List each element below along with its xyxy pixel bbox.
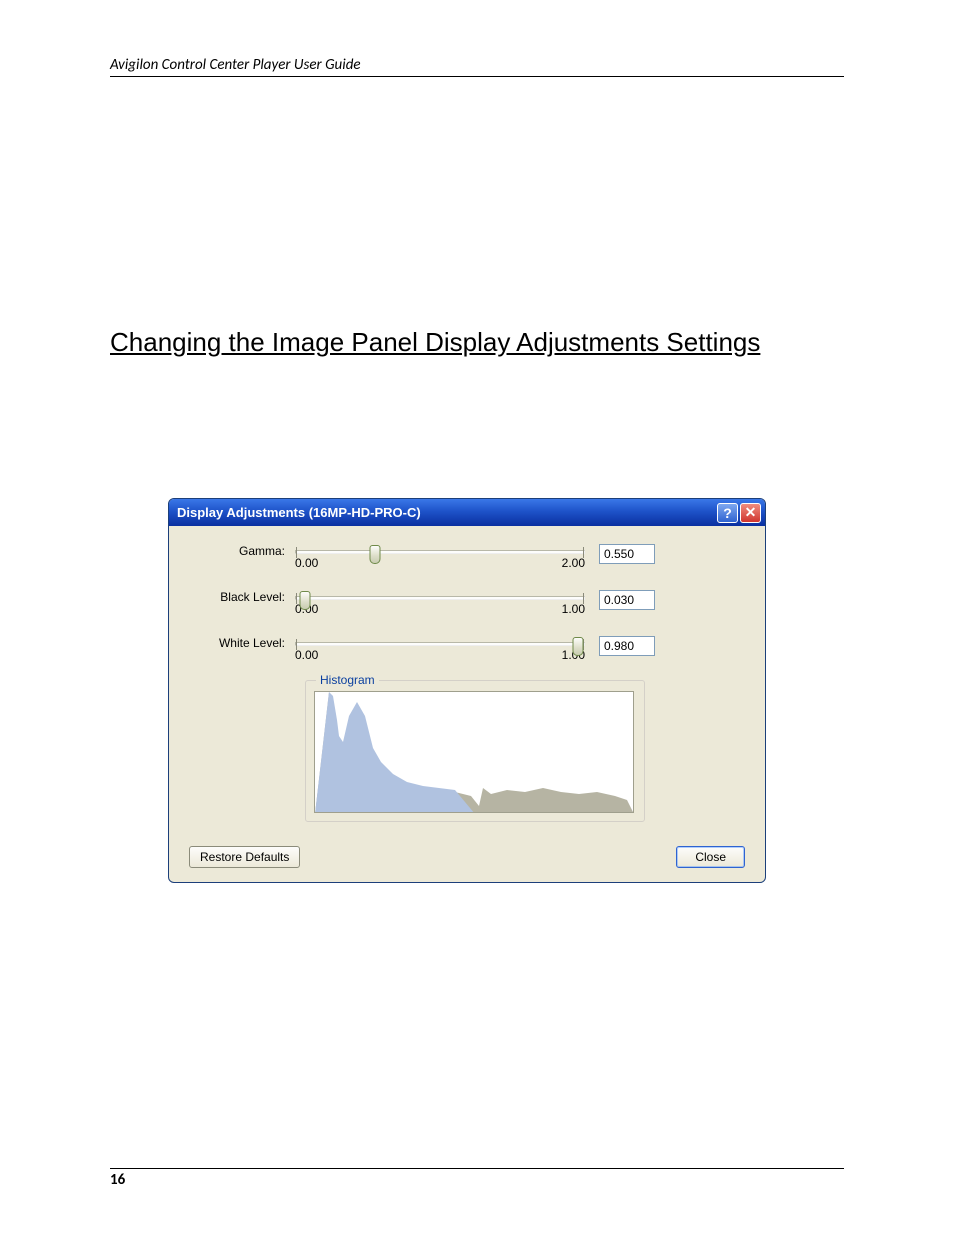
white-level-label: White Level: [187,634,295,650]
display-adjustments-dialog: Display Adjustments (16MP-HD-PRO-C) ? ✕ … [168,498,766,883]
white-level-slider[interactable] [295,642,585,646]
restore-defaults-button[interactable]: Restore Defaults [189,846,300,868]
close-window-button[interactable]: ✕ [740,503,761,523]
slider-tick [296,639,297,650]
black-level-input[interactable] [599,590,655,610]
gamma-row: Gamma: 0.00 2.00 [187,542,747,570]
black-level-label: Black Level: [187,588,295,604]
help-icon: ? [723,505,732,521]
close-button[interactable]: Close [676,846,745,868]
white-level-min: 0.00 [295,648,318,662]
white-level-row: White Level: 0.00 1.00 [187,634,747,662]
black-level-max: 1.00 [562,602,585,616]
doc-header: Avigilon Control Center Player User Guid… [110,56,844,77]
gamma-thumb[interactable] [370,545,381,564]
black-level-thumb[interactable] [299,591,310,610]
slider-tick [296,593,297,604]
titlebar: Display Adjustments (16MP-HD-PRO-C) ? ✕ [169,499,765,526]
dialog-button-row: Restore Defaults Close [187,846,747,868]
white-level-thumb[interactable] [573,637,584,656]
black-level-slider[interactable] [295,596,585,600]
slider-tick [583,547,584,558]
gamma-max: 2.00 [562,556,585,570]
histogram-chart [315,692,634,813]
gamma-input[interactable] [599,544,655,564]
section-title: Changing the Image Panel Display Adjustm… [110,327,844,358]
help-button[interactable]: ? [717,503,738,523]
gamma-label: Gamma: [187,542,295,558]
close-icon: ✕ [745,504,757,521]
histogram-canvas [314,691,634,813]
page-number: 16 [110,1168,844,1189]
black-level-row: Black Level: 0.00 1.00 [187,588,747,616]
gamma-min: 0.00 [295,556,318,570]
histogram-group: Histogram [305,680,645,822]
white-level-input[interactable] [599,636,655,656]
histogram-legend: Histogram [316,673,379,687]
dialog-title: Display Adjustments (16MP-HD-PRO-C) [177,505,715,520]
slider-tick [296,547,297,558]
slider-tick [583,593,584,604]
gamma-slider[interactable] [295,550,585,554]
